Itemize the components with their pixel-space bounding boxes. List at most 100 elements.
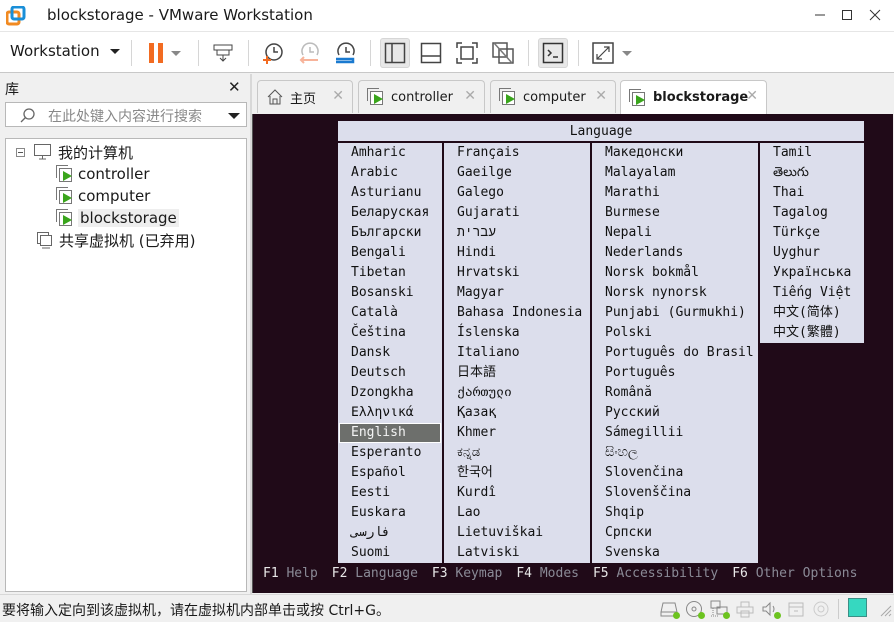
language-option[interactable]: Bengali: [338, 243, 442, 263]
language-option[interactable]: Marathi: [592, 183, 758, 203]
language-option[interactable]: Gujarati: [444, 203, 590, 223]
function-key-f4[interactable]: F4 Modes: [516, 566, 579, 581]
language-option[interactable]: Amharic: [338, 143, 442, 163]
tree-item-shared-vms[interactable]: 共享虚拟机 (已弃用): [36, 229, 195, 251]
language-option[interactable]: Русский: [592, 403, 758, 423]
language-option[interactable]: Українська: [760, 263, 864, 283]
language-option[interactable]: Arabic: [338, 163, 442, 183]
language-option[interactable]: Asturianu: [338, 183, 442, 203]
tab-blockstorage[interactable]: blockstorage ✕: [620, 80, 767, 114]
language-option[interactable]: Қазақ: [444, 403, 590, 423]
language-option[interactable]: Čeština: [338, 323, 442, 343]
language-option[interactable]: Italiano: [444, 343, 590, 363]
language-option[interactable]: Српски: [592, 523, 758, 543]
language-option[interactable]: Română: [592, 383, 758, 403]
language-option[interactable]: Euskara: [338, 503, 442, 523]
language-option[interactable]: ಕನ್ನಡ: [444, 443, 590, 463]
maximize-button[interactable]: [836, 4, 858, 26]
message-log-icon[interactable]: [848, 598, 867, 617]
language-option[interactable]: Македонски: [592, 143, 758, 163]
language-option[interactable]: Français: [444, 143, 590, 163]
snapshot-manager-button[interactable]: [330, 38, 360, 68]
language-option[interactable]: Português do Brasil: [592, 343, 758, 363]
stretch-guest-button[interactable]: [588, 38, 618, 68]
language-option[interactable]: Türkçe: [760, 223, 864, 243]
language-option[interactable]: 日本語: [444, 363, 590, 383]
language-option[interactable]: Khmer: [444, 423, 590, 443]
search-dropdown-icon[interactable]: [228, 113, 240, 119]
language-option[interactable]: Norsk nynorsk: [592, 283, 758, 303]
language-option[interactable]: Íslenska: [444, 323, 590, 343]
language-option[interactable]: 한국어: [444, 463, 590, 483]
language-option[interactable]: Burmese: [592, 203, 758, 223]
language-option[interactable]: Deutsch: [338, 363, 442, 383]
workstation-menu[interactable]: Workstation: [10, 42, 120, 60]
device-hard-disk[interactable]: [660, 600, 680, 619]
tab-close-icon[interactable]: ✕: [464, 88, 476, 104]
language-option[interactable]: Español: [338, 463, 442, 483]
language-option[interactable]: ქართული: [444, 383, 590, 403]
language-option[interactable]: Tamil: [760, 143, 864, 163]
language-option[interactable]: Lao: [444, 503, 590, 523]
language-option[interactable]: Shqip: [592, 503, 758, 523]
language-option[interactable]: Esperanto: [338, 443, 442, 463]
device-printer[interactable]: [736, 600, 754, 618]
language-option[interactable]: Hrvatski: [444, 263, 590, 283]
language-option[interactable]: Български: [338, 223, 442, 243]
function-key-f6[interactable]: F6 Other Options: [732, 566, 857, 581]
language-option[interactable]: Galego: [444, 183, 590, 203]
language-option[interactable]: Suomi: [338, 543, 442, 563]
thumbnail-bar-button[interactable]: [416, 38, 446, 68]
function-key-f5[interactable]: F5 Accessibility: [593, 566, 718, 581]
library-search-input[interactable]: 在此处键入内容进行搜索: [5, 102, 247, 127]
tree-item-vm[interactable]: controller: [56, 163, 150, 185]
language-option[interactable]: Uyghur: [760, 243, 864, 263]
power-options-dropdown[interactable]: [167, 38, 185, 68]
language-option[interactable]: Català: [338, 303, 442, 323]
language-option[interactable]: Dzongkha: [338, 383, 442, 403]
device-sound-card[interactable]: [761, 600, 781, 619]
language-option[interactable]: Eesti: [338, 483, 442, 503]
language-option[interactable]: Gaeilge: [444, 163, 590, 183]
language-option[interactable]: 中文(简体): [760, 303, 864, 323]
language-option[interactable]: Magyar: [444, 283, 590, 303]
language-option[interactable]: 中文(繁體): [760, 323, 864, 343]
language-option[interactable]: Bosanski: [338, 283, 442, 303]
tab-close-icon[interactable]: ✕: [595, 88, 607, 104]
device-usb-controller[interactable]: [787, 600, 805, 618]
tab-computer[interactable]: computer ✕: [490, 80, 616, 113]
language-option[interactable]: فارسی: [338, 523, 442, 543]
language-option[interactable]: Nepali: [592, 223, 758, 243]
language-option[interactable]: Português: [592, 363, 758, 383]
tree-item-vm[interactable]: computer: [56, 185, 150, 207]
language-option[interactable]: Tibetan: [338, 263, 442, 283]
language-option[interactable]: Ελληνικά: [338, 403, 442, 423]
full-screen-button[interactable]: [452, 38, 482, 68]
language-option[interactable]: Malayalam: [592, 163, 758, 183]
function-key-f3[interactable]: F3 Keymap: [432, 566, 502, 581]
tab-controller[interactable]: controller ✕: [358, 80, 485, 113]
console-view-button[interactable]: [538, 38, 568, 68]
resize-grip-icon[interactable]: [878, 603, 892, 617]
language-option[interactable]: Thai: [760, 183, 864, 203]
revert-snapshot-button[interactable]: [294, 38, 324, 68]
language-option[interactable]: සිංහල: [592, 443, 758, 463]
language-option[interactable]: Lietuviškai: [444, 523, 590, 543]
minimize-button[interactable]: [809, 4, 831, 26]
language-option[interactable]: Slovenščina: [592, 483, 758, 503]
tree-item-my-computer[interactable]: 我的计算机: [16, 141, 133, 163]
library-close-button[interactable]: ✕: [228, 78, 241, 96]
language-option[interactable]: Hindi: [444, 243, 590, 263]
language-option[interactable]: Kurdî: [444, 483, 590, 503]
language-option[interactable]: Nederlands: [592, 243, 758, 263]
tab-close-icon[interactable]: ✕: [332, 88, 344, 104]
language-option[interactable]: తెలుగు: [760, 163, 864, 183]
language-option[interactable]: Latviski: [444, 543, 590, 563]
language-option[interactable]: Slovenčina: [592, 463, 758, 483]
language-option[interactable]: Sámegillii: [592, 423, 758, 443]
tab-close-icon[interactable]: ✕: [746, 88, 758, 104]
device-cd-dvd[interactable]: [685, 600, 705, 619]
function-key-f1[interactable]: F1 Help: [263, 566, 318, 581]
language-option[interactable]: Svenska: [592, 543, 758, 563]
language-option[interactable]: Tiếng Việt: [760, 283, 864, 303]
